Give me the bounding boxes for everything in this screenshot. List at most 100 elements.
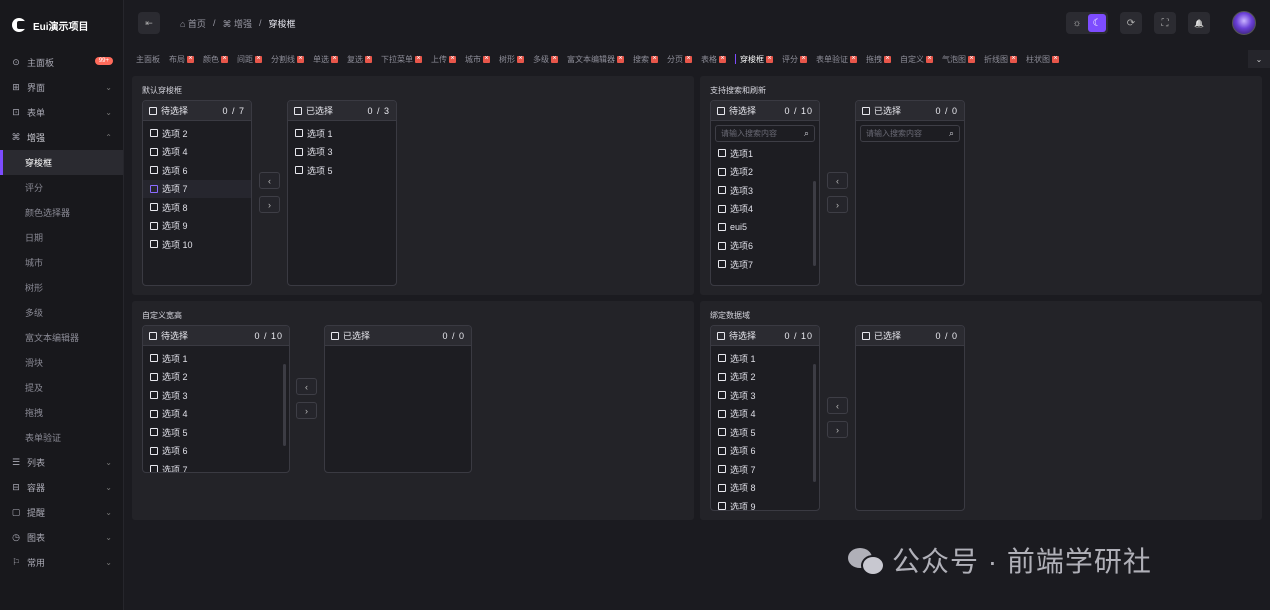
close-icon[interactable] bbox=[651, 53, 658, 65]
close-icon[interactable] bbox=[551, 53, 558, 65]
item-checkbox[interactable] bbox=[150, 129, 158, 138]
item-checkbox[interactable] bbox=[150, 372, 158, 381]
select-all-checkbox[interactable] bbox=[294, 106, 302, 115]
close-icon[interactable] bbox=[415, 53, 422, 65]
tab-item[interactable]: 城市 bbox=[461, 50, 494, 68]
item-checkbox[interactable] bbox=[150, 147, 158, 156]
select-all-checkbox[interactable] bbox=[331, 331, 339, 340]
list-item[interactable]: 选项4 bbox=[711, 200, 819, 219]
item-checkbox[interactable] bbox=[718, 391, 726, 400]
list-item[interactable]: 选项 7 bbox=[143, 460, 289, 472]
sidebar-item-container[interactable]: ⊟ 容器 ⌄ bbox=[0, 475, 123, 500]
list-item[interactable]: 选项 7 bbox=[143, 179, 251, 198]
list-item[interactable]: 选项 6 bbox=[711, 442, 819, 461]
item-checkbox[interactable] bbox=[718, 483, 726, 492]
close-icon[interactable] bbox=[517, 53, 524, 65]
select-all-checkbox[interactable] bbox=[717, 106, 725, 115]
move-left-button[interactable]: ‹ bbox=[827, 397, 848, 414]
close-icon[interactable] bbox=[766, 53, 773, 65]
list-item[interactable]: eui5 bbox=[711, 218, 819, 237]
item-checkbox[interactable] bbox=[718, 428, 726, 437]
close-icon[interactable] bbox=[884, 53, 891, 65]
tab-item[interactable]: 颜色 bbox=[199, 50, 232, 68]
tab-item[interactable]: 拖拽 bbox=[862, 50, 895, 68]
close-icon[interactable] bbox=[187, 53, 194, 65]
list-item[interactable]: 选项 5 bbox=[143, 423, 289, 442]
search-input[interactable]: 请输入搜索内容 ⌕ bbox=[715, 125, 815, 142]
close-icon[interactable] bbox=[1010, 53, 1017, 65]
tab-item[interactable]: 上传 bbox=[427, 50, 460, 68]
list-item[interactable]: 选项 4 bbox=[143, 143, 251, 162]
close-icon[interactable] bbox=[365, 53, 372, 65]
item-checkbox[interactable] bbox=[295, 147, 303, 156]
move-right-button[interactable]: › bbox=[259, 196, 280, 213]
list-item[interactable]: 选项 5 bbox=[711, 423, 819, 442]
item-checkbox[interactable] bbox=[718, 149, 726, 158]
sidebar-item-list[interactable]: ☰ 列表 ⌄ bbox=[0, 450, 123, 475]
list-item[interactable]: 选项 1 bbox=[288, 124, 396, 143]
list-item[interactable]: 选项 3 bbox=[143, 386, 289, 405]
list-item[interactable]: 选项 8 bbox=[143, 198, 251, 217]
item-checkbox[interactable] bbox=[718, 167, 726, 176]
sidebar-item-enhance[interactable]: ⌘ 增强 ⌃ bbox=[0, 125, 123, 150]
list-item[interactable]: 选项1 bbox=[711, 144, 819, 163]
item-checkbox[interactable] bbox=[718, 223, 726, 232]
item-checkbox[interactable] bbox=[295, 166, 303, 175]
list-item[interactable]: 选项 6 bbox=[143, 161, 251, 180]
sidebar-item-alert[interactable]: ▢ 提醒 ⌄ bbox=[0, 500, 123, 525]
sidebar-item-ui[interactable]: ⊞ 界面 ⌄ bbox=[0, 75, 123, 100]
close-icon[interactable] bbox=[926, 53, 933, 65]
tab-item[interactable]: 分割线 bbox=[267, 50, 308, 68]
item-checkbox[interactable] bbox=[718, 354, 726, 363]
list-item[interactable]: 选项 3 bbox=[288, 143, 396, 162]
list-item[interactable]: 选项 3 bbox=[711, 386, 819, 405]
close-icon[interactable] bbox=[221, 53, 228, 65]
sidebar-item-common[interactable]: ⚐ 常用 ⌄ bbox=[0, 550, 123, 575]
close-icon[interactable] bbox=[968, 53, 975, 65]
list-item[interactable]: 选项 10 bbox=[143, 235, 251, 254]
list-item[interactable]: 选项6 bbox=[711, 237, 819, 256]
sidebar-item-chart[interactable]: ◷ 图表 ⌄ bbox=[0, 525, 123, 550]
sidebar-item-color-picker[interactable]: 颜色选择器 bbox=[0, 200, 123, 225]
sidebar-item-drag[interactable]: 拖拽 bbox=[0, 400, 123, 425]
breadcrumb-home[interactable]: ⌂ 首页 bbox=[180, 17, 206, 30]
close-icon[interactable] bbox=[719, 53, 726, 65]
tab-item[interactable]: 折线图 bbox=[980, 50, 1021, 68]
close-icon[interactable] bbox=[449, 53, 456, 65]
item-checkbox[interactable] bbox=[150, 203, 158, 212]
breadcrumb-enhance[interactable]: ⌘ 增强 bbox=[222, 17, 252, 30]
sidebar-collapse-button[interactable]: ⇤ bbox=[138, 12, 160, 34]
tab-item[interactable]: 表格 bbox=[697, 50, 730, 68]
item-checkbox[interactable] bbox=[718, 186, 726, 195]
close-icon[interactable] bbox=[850, 53, 857, 65]
tabs-more-button[interactable]: ⌄ bbox=[1248, 50, 1270, 68]
sidebar-item-form-validate[interactable]: 表单验证 bbox=[0, 425, 123, 450]
sidebar-item-form[interactable]: ⊡ 表单 ⌄ bbox=[0, 100, 123, 125]
refresh-button[interactable]: ⟳ bbox=[1120, 12, 1142, 34]
item-checkbox[interactable] bbox=[150, 428, 158, 437]
search-input[interactable]: 请输入搜索内容 ⌕ bbox=[860, 125, 960, 142]
list-item[interactable]: 选项 8 bbox=[711, 479, 819, 498]
tab-item[interactable]: 分页 bbox=[663, 50, 696, 68]
tab-item[interactable]: 主面板 bbox=[132, 50, 164, 68]
move-left-button[interactable]: ‹ bbox=[259, 172, 280, 189]
theme-switch[interactable]: ☼ ☾ bbox=[1066, 12, 1108, 34]
list-item[interactable]: 选项 4 bbox=[711, 405, 819, 424]
select-all-checkbox[interactable] bbox=[862, 331, 870, 340]
move-right-button[interactable]: › bbox=[296, 402, 317, 419]
sidebar-item-rate[interactable]: 评分 bbox=[0, 175, 123, 200]
close-icon[interactable] bbox=[255, 53, 262, 65]
avatar[interactable] bbox=[1232, 11, 1256, 35]
list-item[interactable]: 选项 9 bbox=[711, 497, 819, 510]
sidebar-item-dashboard[interactable]: ⊙ 主面板 99+ bbox=[0, 50, 123, 75]
item-checkbox[interactable] bbox=[718, 260, 726, 269]
list-item[interactable]: 选项 1 bbox=[143, 349, 289, 368]
list-item[interactable]: 选项7 bbox=[711, 255, 819, 274]
tab-item[interactable]: 单选 bbox=[309, 50, 342, 68]
tab-item[interactable]: 柱状图 bbox=[1022, 50, 1063, 68]
item-checkbox[interactable] bbox=[150, 409, 158, 418]
item-checkbox[interactable] bbox=[718, 465, 726, 474]
item-checkbox[interactable] bbox=[718, 446, 726, 455]
move-right-button[interactable]: › bbox=[827, 196, 848, 213]
fullscreen-button[interactable]: ⛶ bbox=[1154, 12, 1176, 34]
